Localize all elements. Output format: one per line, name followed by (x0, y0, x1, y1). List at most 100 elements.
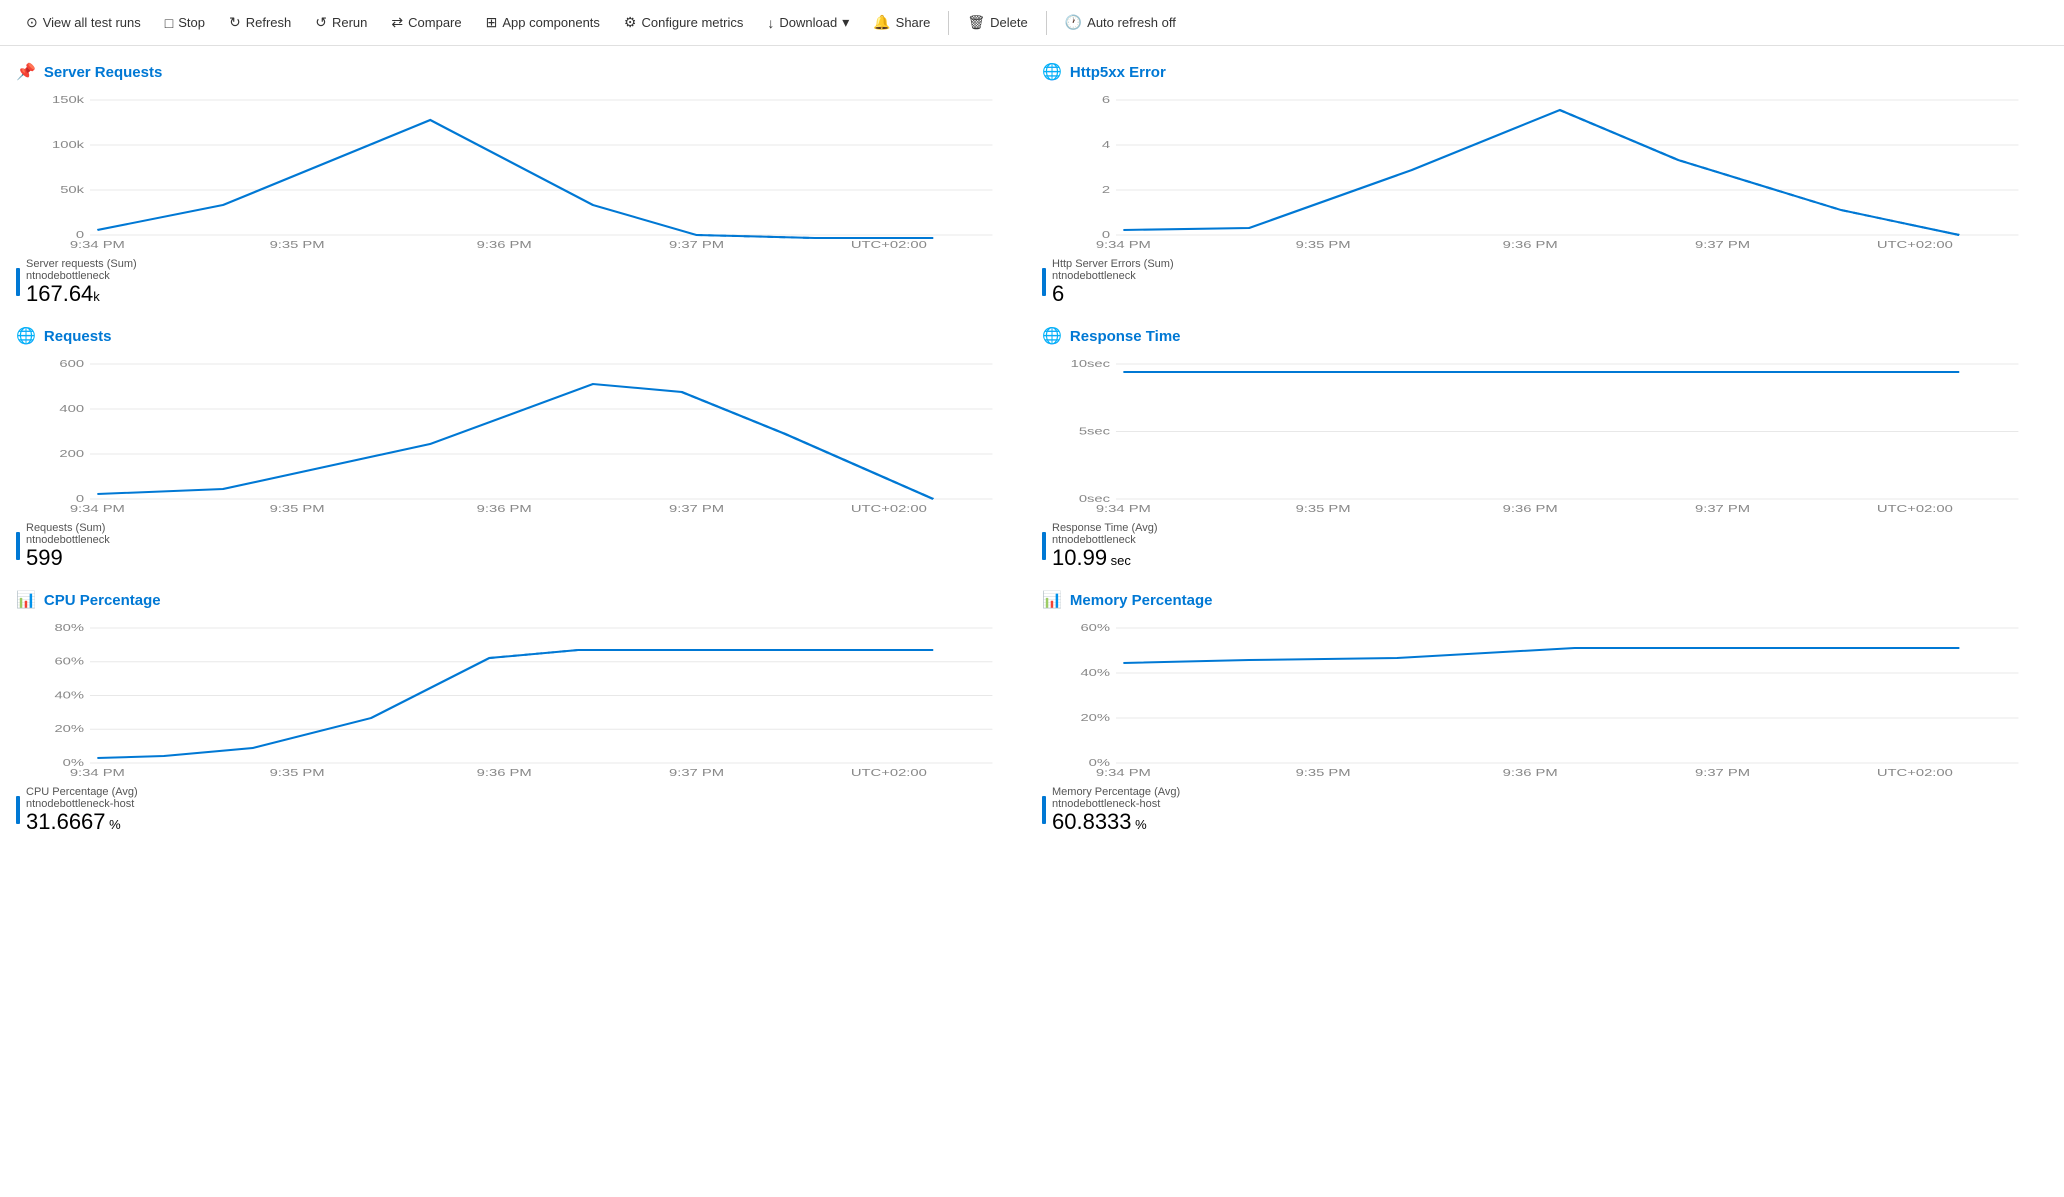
chart-server-requests: 📌Server Requests150k100k50k09:34 PM9:35 … (16, 62, 1022, 306)
legend-value-requests: 599 (26, 546, 110, 570)
svg-text:20%: 20% (1080, 713, 1110, 724)
svg-text:9:34 PM: 9:34 PM (1096, 768, 1151, 779)
stop-icon: □ (165, 15, 173, 31)
configure-metrics-btn[interactable]: ⚙ Configure metrics (614, 8, 753, 37)
chart-title-text-memory-percentage: Memory Percentage (1070, 592, 1213, 609)
chart-area-server-requests[interactable]: 150k100k50k09:34 PM9:35 PM9:36 PM9:37 PM… (16, 90, 1022, 250)
compare-icon: ⇄ (391, 14, 403, 31)
chart-title-response-time: 🌐Response Time (1042, 326, 2048, 346)
svg-text:UTC+02:00: UTC+02:00 (851, 503, 927, 514)
svg-text:9:37 PM: 9:37 PM (669, 239, 724, 250)
rerun-btn[interactable]: ↺ Rerun (305, 8, 377, 37)
legend-bar-server-requests (16, 268, 20, 296)
svg-text:9:34 PM: 9:34 PM (1096, 239, 1151, 250)
svg-text:9:36 PM: 9:36 PM (1503, 768, 1558, 779)
chart-icon-cpu-percentage: 📊 (16, 590, 36, 610)
svg-text:9:37 PM: 9:37 PM (1695, 239, 1750, 250)
chart-title-server-requests: 📌 Server Requests (16, 62, 1022, 82)
legend-value-server-requests: 167.64k (26, 282, 137, 306)
svg-text:9:36 PM: 9:36 PM (1503, 503, 1558, 514)
svg-text:9:34 PM: 9:34 PM (1096, 503, 1151, 514)
download-btn[interactable]: ↓ Download ▾ (757, 8, 859, 37)
legend-value-cpu-percentage: 31.6667 % (26, 810, 138, 834)
svg-text:4: 4 (1102, 139, 1110, 150)
rerun-icon: ↺ (315, 14, 327, 31)
chart-memory-percentage: 📊Memory Percentage60%40%20%0%9:34 PM9:35… (1042, 590, 2048, 834)
svg-text:9:37 PM: 9:37 PM (1695, 768, 1750, 779)
charts-grid: 📌Server Requests150k100k50k09:34 PM9:35 … (16, 62, 2048, 835)
auto-refresh-btn[interactable]: 🕐 Auto refresh off (1055, 8, 1186, 37)
svg-text:40%: 40% (54, 690, 84, 701)
svg-text:9:34 PM: 9:34 PM (70, 768, 125, 779)
legend-bar-memory-percentage (1042, 796, 1046, 824)
stop-btn[interactable]: □ Stop (155, 9, 215, 37)
svg-text:100k: 100k (52, 139, 85, 150)
chart-title-text-requests: Requests (44, 328, 112, 345)
configure-metrics-icon: ⚙ (624, 14, 637, 31)
svg-text:50k: 50k (60, 184, 85, 195)
svg-text:20%: 20% (54, 724, 84, 735)
chart-icon-http5xx-error: 🌐 (1042, 62, 1062, 82)
chart-area-response-time[interactable]: 10sec5sec0sec9:34 PM9:35 PM9:36 PM9:37 P… (1042, 354, 2048, 514)
toolbar-separator (948, 11, 949, 35)
chart-legend-server-requests: Server requests (Sum)ntnodebottleneck167… (16, 258, 1022, 306)
toolbar: ⊙ View all test runs □ Stop ↻ Refresh ↺ … (0, 0, 2064, 46)
svg-text:9:34 PM: 9:34 PM (70, 239, 125, 250)
svg-text:60%: 60% (1080, 623, 1110, 634)
chart-title-text-http5xx-error: Http5xx Error (1070, 64, 1166, 81)
chart-icon-memory-percentage: 📊 (1042, 590, 1062, 610)
svg-text:9:36 PM: 9:36 PM (477, 239, 532, 250)
chart-area-memory-percentage[interactable]: 60%40%20%0%9:34 PM9:35 PM9:36 PM9:37 PMU… (1042, 618, 2048, 778)
app-components-btn[interactable]: ⊞ App components (476, 8, 610, 37)
compare-btn[interactable]: ⇄ Compare (381, 8, 471, 37)
svg-text:UTC+02:00: UTC+02:00 (1877, 768, 1953, 779)
chart-legend-memory-percentage: Memory Percentage (Avg)ntnodebottleneck-… (1042, 786, 2048, 834)
chart-requests: 🌐Requests 60040020009:34 PM9:35 PM9:36 PM… (16, 326, 1022, 570)
view-all-icon: ⊙ (26, 14, 38, 31)
legend-value-unit-memory-percentage: % (1132, 817, 1147, 832)
chart-area-requests[interactable]: 60040020009:34 PM9:35 PM9:36 PM9:37 PMUT… (16, 354, 1022, 514)
chart-title-cpu-percentage: 📊CPU Percentage (16, 590, 1022, 610)
delete-btn[interactable]: 🗑 Delete (957, 8, 1037, 37)
chart-legend-http5xx-error: Http Server Errors (Sum)ntnodebottleneck… (1042, 258, 2048, 306)
chart-icon-server-requests: 📌 (16, 62, 36, 82)
svg-text:10sec: 10sec (1071, 358, 1110, 369)
toolbar-separator-2 (1046, 11, 1047, 35)
chart-title-text-response-time: Response Time (1070, 328, 1181, 345)
svg-text:6: 6 (1102, 94, 1110, 105)
chart-title-text-server-requests: Server Requests (44, 64, 162, 81)
svg-text:9:35 PM: 9:35 PM (270, 239, 325, 250)
chart-title-http5xx-error: 🌐 Http5xx Error (1042, 62, 2048, 82)
svg-text:150k: 150k (52, 94, 85, 105)
svg-text:9:35 PM: 9:35 PM (1296, 239, 1351, 250)
svg-text:9:35 PM: 9:35 PM (270, 768, 325, 779)
legend-value-unit-server-requests: k (93, 289, 100, 304)
svg-text:40%: 40% (1080, 668, 1110, 679)
svg-text:UTC+02:00: UTC+02:00 (851, 239, 927, 250)
refresh-icon: ↻ (229, 14, 241, 31)
svg-text:2: 2 (1102, 184, 1110, 195)
chart-http5xx-error: 🌐Http5xx Error64209:34 PM9:35 PM9:36 PM9… (1042, 62, 2048, 306)
chart-area-http5xx-error[interactable]: 64209:34 PM9:35 PM9:36 PM9:37 PMUTC+02:0… (1042, 90, 2048, 250)
svg-text:9:35 PM: 9:35 PM (1296, 768, 1351, 779)
chart-area-cpu-percentage[interactable]: 80%60%40%20%0%9:34 PM9:35 PM9:36 PM9:37 … (16, 618, 1022, 778)
chart-cpu-percentage: 📊CPU Percentage80%60%40%20%0%9:34 PM9:35… (16, 590, 1022, 834)
refresh-btn[interactable]: ↻ Refresh (219, 8, 301, 37)
svg-text:9:37 PM: 9:37 PM (669, 768, 724, 779)
share-btn[interactable]: 🔔 Share (863, 8, 940, 37)
chart-title-requests: 🌐Requests (16, 326, 1022, 346)
auto-refresh-icon: 🕐 (1065, 14, 1082, 31)
app-components-icon: ⊞ (486, 14, 498, 31)
svg-text:80%: 80% (54, 623, 84, 634)
svg-text:200: 200 (59, 448, 84, 459)
svg-text:9:36 PM: 9:36 PM (477, 768, 532, 779)
legend-metric-name-requests: Requests (Sum) (26, 522, 110, 534)
svg-text:9:35 PM: 9:35 PM (1296, 503, 1351, 514)
view-all-btn[interactable]: ⊙ View all test runs (16, 8, 151, 37)
legend-metric-name-http5xx-error: Http Server Errors (Sum) (1052, 258, 1174, 270)
chart-legend-cpu-percentage: CPU Percentage (Avg)ntnodebottleneck-hos… (16, 786, 1022, 834)
legend-metric-name-cpu-percentage: CPU Percentage (Avg) (26, 786, 138, 798)
legend-bar-cpu-percentage (16, 796, 20, 824)
legend-value-unit-cpu-percentage: % (106, 817, 121, 832)
download-chevron-icon: ▾ (842, 14, 849, 31)
